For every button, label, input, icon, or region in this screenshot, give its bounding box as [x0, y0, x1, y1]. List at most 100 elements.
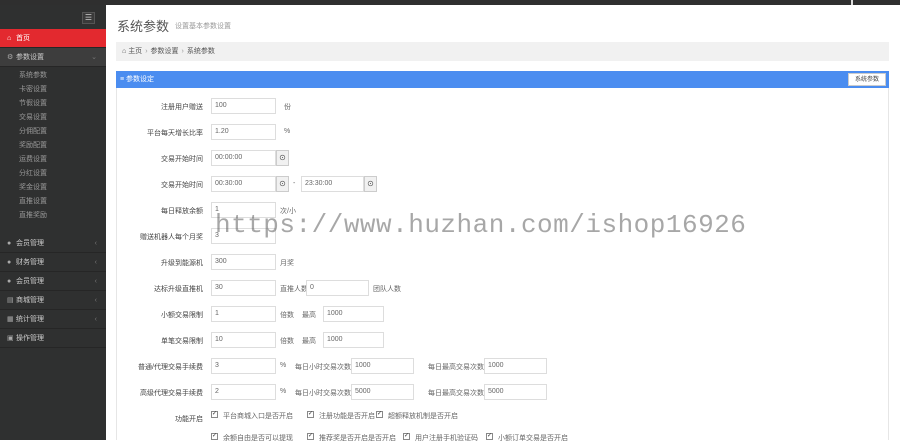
checkbox-label: 小额订单交易是否开启: [498, 435, 568, 442]
chevron-down-icon: ⌄: [91, 54, 97, 61]
shop-icon: ▤: [7, 297, 14, 304]
checkbox[interactable]: ✓: [307, 411, 314, 418]
settings-icon: ⚙: [7, 54, 14, 61]
sidebar-sub-item[interactable]: 奖金设置: [19, 182, 47, 194]
sidebar-item-label: 首页: [16, 35, 30, 42]
single-trade-max-input[interactable]: 1000: [323, 332, 384, 348]
field-label: 交易开始时间: [161, 182, 203, 189]
chevron-left-icon: ‹: [94, 316, 97, 323]
chevron-left-icon: ‹: [94, 259, 97, 266]
field-unit: 最高: [302, 312, 316, 319]
chevron-left-icon: ‹: [94, 240, 97, 247]
senior-fee-input[interactable]: 2: [211, 384, 276, 400]
field-label: 单笔交易限制: [161, 338, 203, 345]
chevron-left-icon: ‹: [94, 278, 97, 285]
daily-max-trades-input[interactable]: 1000: [484, 358, 547, 374]
energy-upgrade-input[interactable]: 300: [211, 254, 276, 270]
field-unit: 每日小时交易次数: [295, 364, 351, 371]
page-title: 系统参数: [117, 19, 170, 34]
single-trade-multiple-input[interactable]: 10: [211, 332, 276, 348]
field-unit: 倍数: [280, 312, 294, 319]
sidebar-item-params[interactable]: ⚙ 参数设置 ⌄: [0, 48, 106, 67]
sidebar-sub-item[interactable]: 节假设置: [19, 98, 47, 110]
direct-upgrade-input[interactable]: 30: [211, 280, 276, 296]
hourly-trades-input[interactable]: 1000: [351, 358, 414, 374]
sidebar-sub-item[interactable]: 分佣配置: [19, 126, 47, 138]
checkbox[interactable]: ✓: [486, 433, 493, 440]
back-button[interactable]: 系统参数: [847, 73, 886, 86]
field-unit: 月奖: [280, 260, 294, 267]
sidebar-item-label: 统计管理: [16, 316, 44, 323]
sidebar-sub-item[interactable]: 系统参数: [19, 70, 47, 82]
checkbox[interactable]: ✓: [403, 433, 410, 440]
user-icon: ●: [7, 259, 12, 266]
field-unit: 团队人数: [373, 286, 401, 293]
field-unit: 每日最高交易次数: [428, 364, 484, 371]
field-unit: 倍数: [280, 338, 294, 345]
sidebar-sub-item[interactable]: 运费设置: [19, 154, 47, 166]
field-label: 每日释放余额: [161, 208, 203, 215]
sidebar-sub-item[interactable]: 分红设置: [19, 168, 47, 180]
senior-daily-max-input[interactable]: 5000: [484, 384, 547, 400]
sidebar-item-menu[interactable]: ▣ 操作管理: [0, 329, 106, 348]
checkbox[interactable]: ✓: [376, 411, 383, 418]
range-separator: -: [293, 180, 296, 187]
checkbox[interactable]: ✓: [211, 433, 218, 440]
checkbox-label: 推荐奖是否开启是否开启: [319, 435, 396, 442]
team-count-input[interactable]: 0: [306, 280, 369, 296]
growth-rate-input[interactable]: 1.20: [211, 124, 276, 140]
field-label: 升级到能源机: [161, 260, 203, 267]
sidebar-item-label: 商城管理: [16, 297, 44, 304]
field-label: 普通/代理交易手续费: [138, 364, 203, 371]
panel-header: ≡ 参数设定 系统参数: [116, 71, 889, 88]
small-trade-max-input[interactable]: 1000: [323, 306, 384, 322]
sidebar-sub-item[interactable]: 卡密设置: [19, 84, 47, 96]
user-icon: ●: [7, 240, 12, 247]
sidebar-item-menu[interactable]: ● 财务管理 ‹: [0, 253, 106, 272]
sidebar-item-menu[interactable]: ▤ 商城管理 ‹: [0, 291, 106, 310]
sidebar-item-menu[interactable]: ● 会员管理 ‹: [0, 272, 106, 291]
trade-window-end-input[interactable]: 23:30:00: [301, 176, 364, 192]
panel-title: ≡ 参数设定: [120, 76, 155, 83]
list-icon: ▣: [7, 335, 14, 342]
sidebar-item-menu[interactable]: ● 会员管理 ‹: [0, 234, 106, 253]
chevron-left-icon: ‹: [94, 297, 97, 304]
sidebar-sub-item[interactable]: 交易设置: [19, 112, 47, 124]
menu-icon[interactable]: ☰: [82, 12, 95, 24]
sidebar-item-label: 财务管理: [16, 259, 44, 266]
trade-window-start-input[interactable]: 00:30:00: [211, 176, 276, 192]
sidebar-item-home[interactable]: ⌂ 首页: [0, 29, 106, 48]
sidebar-sub-item[interactable]: 直推奖励: [19, 210, 47, 222]
field-label: 达标升级直推机: [154, 286, 203, 293]
trade-start-input[interactable]: 00:00:00: [211, 150, 276, 166]
field-unit: %: [280, 388, 287, 395]
breadcrumb-section[interactable]: 参数设置: [151, 48, 179, 55]
breadcrumb-home[interactable]: 主页: [128, 48, 142, 55]
sidebar-sub-item[interactable]: 奖励配置: [19, 140, 47, 152]
register-gift-input[interactable]: 100: [211, 98, 276, 114]
checkbox-label: 超额释放机制是否开启: [388, 413, 458, 420]
checkbox[interactable]: ✓: [307, 433, 314, 440]
checkbox[interactable]: ✓: [211, 411, 218, 418]
normal-fee-input[interactable]: 3: [211, 358, 276, 374]
field-unit: %: [280, 362, 287, 369]
sidebar-sub-item[interactable]: 直推设置: [19, 196, 47, 208]
clock-icon[interactable]: ⊙: [364, 176, 377, 192]
checkbox-label: 用户注册手机验证码: [415, 435, 478, 442]
field-unit: %: [284, 128, 291, 135]
sidebar-item-menu[interactable]: ▦ 统计管理 ‹: [0, 310, 106, 329]
field-label: 小额交易限制: [161, 312, 203, 319]
field-label: 赠送机器人每个月奖: [140, 234, 203, 241]
field-label: 交易开始时间: [161, 156, 203, 163]
clock-icon[interactable]: ⊙: [276, 176, 289, 192]
small-trade-multiple-input[interactable]: 1: [211, 306, 276, 322]
chart-icon: ▦: [7, 316, 14, 323]
breadcrumb-current: 系统参数: [186, 48, 215, 55]
breadcrumb: ⌂ 主页 › 参数设置 › 系统参数: [116, 42, 889, 61]
field-unit: 每日最高交易次数: [428, 390, 484, 397]
clock-icon[interactable]: ⊙: [276, 150, 289, 166]
field-unit: 份: [284, 104, 291, 111]
field-label: 注册用户赠送: [161, 104, 203, 111]
senior-hourly-trades-input[interactable]: 5000: [351, 384, 414, 400]
breadcrumb-separator: ›: [181, 48, 184, 55]
